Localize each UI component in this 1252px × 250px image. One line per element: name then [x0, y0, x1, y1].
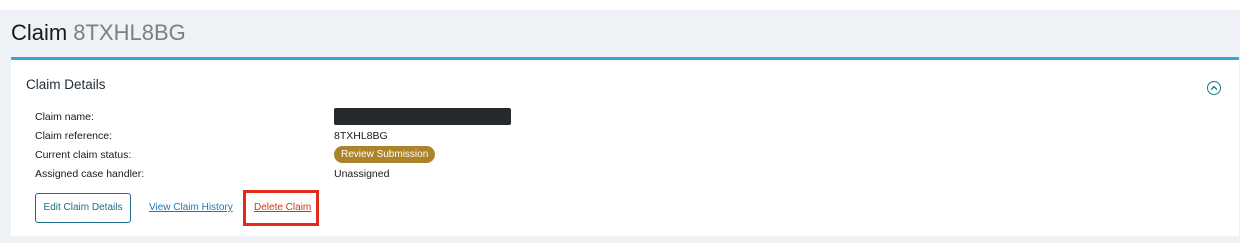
- status-badge: Review Submission: [334, 146, 436, 163]
- panel-title: Claim Details: [26, 77, 106, 92]
- edit-claim-details-button[interactable]: Edit Claim Details: [35, 193, 131, 223]
- detail-row-claim-status: Current claim status: Review Submission: [35, 146, 735, 163]
- page-title-text: Claim: [11, 20, 68, 45]
- page-header: [0, 10, 1240, 57]
- claim-reference-heading: 8TXHL8BG: [73, 20, 186, 45]
- claim-name-label: Claim name:: [35, 111, 94, 123]
- detail-row-case-handler: Assigned case handler: Unassigned: [35, 166, 735, 182]
- case-handler-label: Assigned case handler:: [35, 168, 145, 180]
- claim-reference-label: Claim reference:: [35, 130, 113, 142]
- content-area: Claim Details Claim name: Claim referenc…: [0, 57, 1240, 243]
- collapse-button[interactable]: [1207, 81, 1221, 95]
- claim-details-panel: Claim Details Claim name: Claim referenc…: [11, 57, 1239, 236]
- view-claim-history-link[interactable]: View Claim History: [149, 201, 233, 215]
- claim-reference-value: 8TXHL8BG: [334, 130, 388, 142]
- detail-row-claim-reference: Claim reference: 8TXHL8BG: [35, 128, 735, 144]
- claim-status-label: Current claim status:: [35, 149, 132, 161]
- delete-claim-link[interactable]: Delete Claim: [254, 201, 311, 215]
- case-handler-value: Unassigned: [334, 168, 390, 180]
- page-title: Claim 8TXHL8BG: [11, 20, 186, 46]
- detail-row-claim-name: Claim name:: [35, 108, 735, 125]
- claim-name-redacted: [334, 108, 511, 125]
